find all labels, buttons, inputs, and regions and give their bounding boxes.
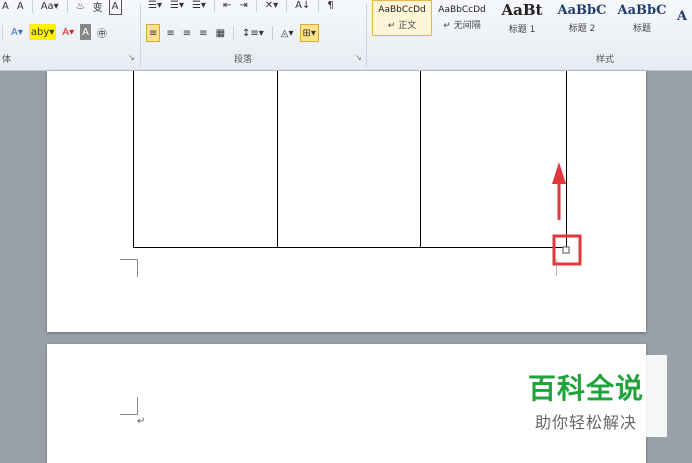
table-column-border[interactable] — [277, 71, 278, 247]
font-color-button[interactable]: A▾ — [60, 24, 76, 40]
align-center-button[interactable]: ≡ — [164, 25, 176, 41]
style-heading-2[interactable]: AaBbC 标题 2 — [552, 0, 612, 36]
styles-group-label: 样式 — [596, 55, 615, 65]
phonetic-guide-button[interactable]: 变 — [91, 0, 105, 14]
paragraph-dialog-launcher[interactable]: ↘ — [355, 53, 362, 62]
style-sample: AaBbCcDd — [378, 5, 426, 15]
show-marks-button[interactable]: ¶ — [325, 0, 335, 13]
font-group-label: 体 — [2, 55, 12, 65]
change-case-button[interactable]: Aa▾ — [39, 0, 61, 14]
distributed-button[interactable]: ▦ — [214, 25, 227, 41]
style-name: ↵ 正文 — [387, 21, 417, 31]
style-name: 标题 1 — [508, 25, 536, 35]
table-resize-handle-icon — [562, 246, 570, 254]
shading-button[interactable]: ◬▾ — [279, 25, 296, 41]
paragraph-group-row2: ≡ ≡ ≡ ≡ ▦ ↕≡▾ ◬▾ ⊞▾ — [146, 24, 319, 42]
paragraph-group-row1: ☰▾ ☰▾ ☰▾ ⇤ ⇥ ✕▾ A↓ ¶ — [146, 0, 336, 13]
margin-corner-mark — [120, 259, 138, 277]
style-normal[interactable]: AaBbCcDd ↵ 正文 — [372, 0, 432, 36]
styles-gallery: AaBbCcDd ↵ 正文 AaBbCcDd ↵ 无间隔 AaBt 标题 1 A… — [372, 0, 692, 36]
decrease-indent-button[interactable]: ⇤ — [221, 0, 233, 13]
watermark-logo: 百科全说 助你轻松解决 — [505, 355, 667, 437]
style-sample: AaBbCcDd — [438, 5, 486, 15]
style-heading-1[interactable]: AaBt 标题 1 — [492, 0, 552, 36]
char-border-button[interactable]: A — [108, 0, 122, 15]
font-dialog-launcher[interactable]: ↘ — [128, 53, 135, 62]
char-shading-button[interactable]: A — [80, 24, 92, 40]
annotation-overlay — [552, 162, 582, 266]
margin-corner-mark — [120, 397, 138, 415]
ribbon: A A Aa▾ ♨ 变 A A▾ aby▾ A▾ A ㊥ 体 ↘ ☰▾ ☰▾ ☰… — [0, 0, 692, 71]
line-spacing-button[interactable]: ↕≡▾ — [240, 25, 266, 41]
up-arrow-icon — [552, 162, 566, 184]
sort-button[interactable]: A↓ — [293, 0, 312, 13]
watermark-subtitle: 助你轻松解决 — [534, 413, 637, 432]
style-no-spacing[interactable]: AaBbCcDd ↵ 无间隔 — [432, 0, 492, 36]
table-column-border[interactable] — [420, 71, 421, 247]
shrink-font-button[interactable]: A — [15, 0, 26, 14]
watermark-title: 百科全说 — [527, 372, 644, 405]
grow-font-button[interactable]: A — [0, 0, 11, 14]
style-sample: AaBbC — [617, 2, 667, 18]
style-sample: A — [676, 9, 688, 24]
paragraph-mark: ↵ — [137, 416, 146, 427]
paragraph-group-label: 段落 — [234, 55, 253, 65]
highlight-button[interactable]: aby▾ — [28, 24, 57, 40]
numbering-button[interactable]: ☰▾ — [168, 0, 186, 13]
style-name: 标题 — [632, 23, 651, 34]
align-left-button[interactable]: ≡ — [146, 24, 161, 42]
style-title[interactable]: AaBbC 标题 — [612, 0, 672, 36]
multilevel-list-button[interactable]: ☰▾ — [190, 0, 208, 13]
style-sample: AaBbC — [557, 2, 607, 18]
font-group-row2: A▾ aby▾ A▾ A ㊥ — [0, 24, 109, 40]
align-right-button[interactable]: ≡ — [181, 25, 193, 41]
enclose-char-button[interactable]: ㊥ — [95, 24, 109, 40]
text-effect-button[interactable]: A▾ — [9, 24, 25, 40]
bullets-button[interactable]: ☰▾ — [146, 0, 164, 13]
borders-button[interactable]: ⊞▾ — [299, 24, 319, 42]
font-group-row1: A A Aa▾ ♨ 变 A — [0, 0, 122, 15]
style-sample: AaBt — [501, 1, 543, 19]
chinese-layout-button[interactable]: ✕▾ — [263, 0, 280, 13]
clear-format-button[interactable]: ♨ — [74, 0, 87, 14]
justify-button[interactable]: ≡ — [197, 25, 209, 41]
document-table[interactable] — [133, 71, 567, 248]
style-name: ↵ 无间隔 — [443, 21, 481, 31]
style-next[interactable]: A — [672, 0, 692, 36]
style-name: 标题 2 — [568, 23, 596, 34]
increase-indent-button[interactable]: ⇥ — [237, 0, 249, 13]
